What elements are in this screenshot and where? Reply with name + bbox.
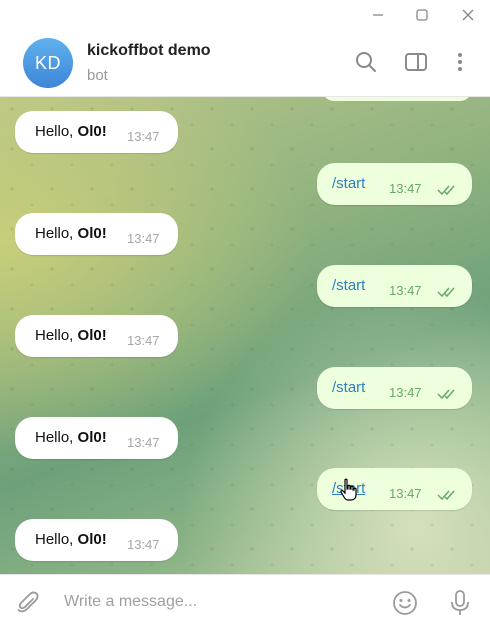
incoming-message[interactable]: Hello, Ol0! 13:47 [15,111,178,153]
read-checkmarks-icon [437,183,459,200]
chat-subtitle: bot [87,67,108,84]
hand-pointer-cursor-icon [339,478,359,507]
message-composer: Write a message... [0,574,490,630]
chat-title: kickoffbot demo [87,42,211,59]
title-bar [0,0,490,30]
message-text: Hello, Ol0! [35,429,107,446]
bot-command-link[interactable]: /start [332,277,365,294]
message-time: 13:47 [127,231,160,246]
bot-command-link[interactable]: /start [332,175,365,192]
message-time: 13:47 [127,435,160,450]
message-time: 13:47 [389,181,422,196]
message-time: 13:47 [389,283,422,298]
close-icon[interactable] [455,4,481,26]
read-checkmarks-icon [437,387,459,404]
read-checkmarks-icon [437,285,459,302]
message-time: 13:47 [127,129,160,144]
incoming-message[interactable]: Hello, Ol0! 13:47 [15,213,178,255]
avatar[interactable]: KD [23,38,73,88]
incoming-message[interactable]: Hello, Ol0! 13:47 [15,315,178,357]
search-icon[interactable] [354,50,378,74]
paperclip-icon[interactable] [14,589,42,617]
partial-message-bubble [322,97,472,101]
emoji-icon[interactable] [391,589,419,617]
outgoing-message[interactable]: /start 13:47 [317,163,472,205]
message-text: Hello, Ol0! [35,123,107,140]
minimize-icon[interactable] [365,4,391,26]
message-time: 13:47 [389,486,422,501]
telegram-window: KD kickoffbot demo bot Hello, Ol0! 13:47… [0,0,490,630]
sidebar-toggle-icon[interactable] [404,50,428,74]
message-list[interactable]: Hello, Ol0! 13:47 /start 13:47 Hello, Ol… [0,97,490,574]
maximize-icon[interactable] [409,4,435,26]
message-text: Hello, Ol0! [35,225,107,242]
chat-header[interactable]: KD kickoffbot demo bot [0,30,490,97]
message-time: 13:47 [389,385,422,400]
outgoing-message[interactable]: /start 13:47 [317,265,472,307]
message-time: 13:47 [127,537,160,552]
incoming-message[interactable]: Hello, Ol0! 13:47 [15,519,178,561]
message-text: Hello, Ol0! [35,327,107,344]
incoming-message[interactable]: Hello, Ol0! 13:47 [15,417,178,459]
microphone-icon[interactable] [446,589,474,617]
message-input[interactable]: Write a message... [64,593,197,611]
more-options-icon[interactable] [448,50,472,74]
outgoing-message[interactable]: /start 13:47 [317,367,472,409]
message-text: Hello, Ol0! [35,531,107,548]
message-time: 13:47 [127,333,160,348]
bot-command-link[interactable]: /start [332,379,365,396]
read-checkmarks-icon [437,488,459,505]
